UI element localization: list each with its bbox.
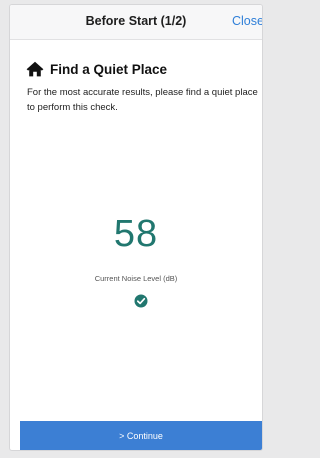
section-description: For the most accurate results, please fi… — [27, 87, 258, 113]
check-circle-icon — [134, 294, 148, 308]
close-button[interactable]: Close — [232, 14, 262, 28]
app-screen: Before Start (1/2) Close Find a Quiet Pl… — [10, 5, 262, 450]
nav-header: Before Start (1/2) Close — [10, 5, 262, 40]
noise-level-label: Current Noise Level (dB) — [94, 274, 178, 283]
page-title: Before Start (1/2) — [85, 14, 187, 28]
section-title: Find a Quiet Place — [50, 61, 168, 77]
noise-level-value: 58 — [113, 213, 159, 255]
home-icon — [26, 61, 44, 77]
continue-button[interactable]: > Continue — [20, 421, 262, 450]
section-heading: Find a Quiet Place — [26, 61, 167, 77]
